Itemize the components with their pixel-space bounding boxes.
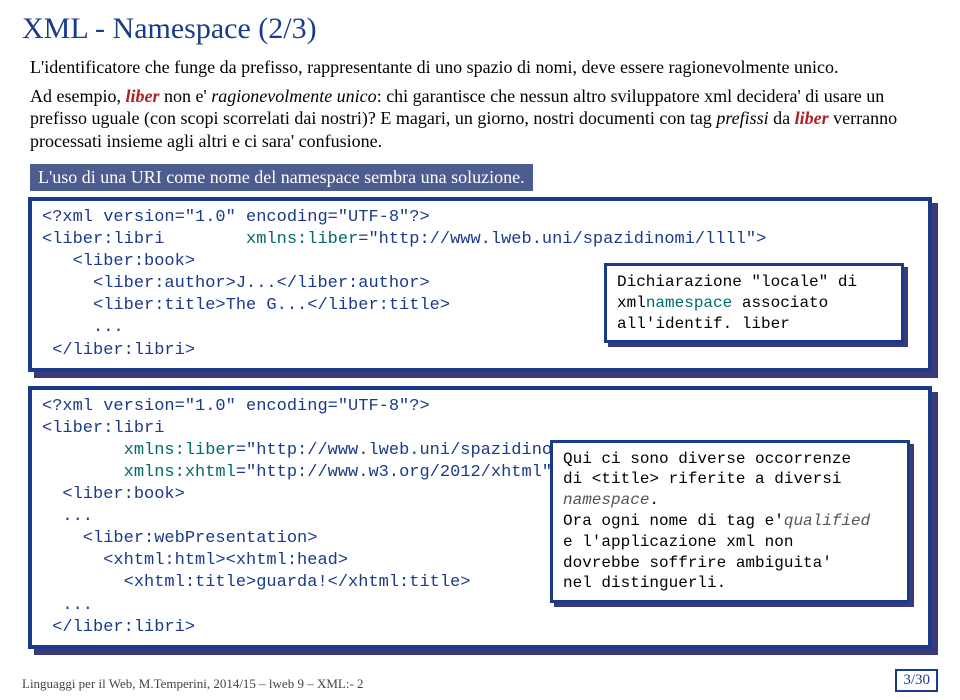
c2-l2: <liber:libri xyxy=(42,418,918,440)
p2-seg-g: da xyxy=(769,108,795,128)
co2-l7: nel distinguerli. xyxy=(563,573,897,594)
callout-2: Qui ci sono diverse occorrenze di <title… xyxy=(550,440,910,604)
paragraph-1: L'identificatore che funge da prefisso, … xyxy=(30,56,930,79)
c2-l4-url: ="http://www.w3.org/2012/xhtml"> xyxy=(236,463,562,482)
c2-l1: <?xml version="1.0" encoding="UTF-8"?> xyxy=(42,396,918,418)
co1-xml: xml xyxy=(617,294,646,312)
co2-l4: Ora ogni nome di tag e'qualified xyxy=(563,511,897,532)
co2-l3: namespace. xyxy=(563,490,897,511)
co2-l3c: . xyxy=(649,491,659,509)
code-block-1-wrap: <?xml version="1.0" encoding="UTF-8"?> <… xyxy=(28,197,932,372)
co1-ns: namespace xyxy=(646,294,732,312)
footer-text: Linguaggi per il Web, M.Temperini, 2014/… xyxy=(22,676,364,692)
p2-liber-1: liber xyxy=(125,86,159,106)
p2-seg-a: Ad esempio, xyxy=(30,86,125,106)
co1-l2: xmlnamespace associato xyxy=(617,293,891,314)
co1-l1: Dichiarazione "locale" di xyxy=(617,272,891,293)
code-block-2-wrap: <?xml version="1.0" encoding="UTF-8"?> <… xyxy=(28,386,932,649)
c2-l11: </liber:libri> xyxy=(42,617,918,639)
c1-l2-ns: xmlns:liber xyxy=(246,230,358,249)
paragraph-2: Ad esempio, liber non e' ragionevolmente… xyxy=(30,85,930,153)
co2-qualified: qualified xyxy=(784,512,870,530)
solution-highlight: L'uso di una URI come nome del namespace… xyxy=(30,164,533,191)
c2-l4-ns: xmlns:xhtml xyxy=(42,463,236,482)
co2-l4a: Ora ogni nome di tag e' xyxy=(563,512,784,530)
c1-l2-tag: <liber:libri xyxy=(42,230,164,249)
co2-l5: e l'applicazione xml non xyxy=(563,532,897,553)
p2-seg-c: non e' xyxy=(159,86,211,106)
c1-l2: <liber:libri xmlns:liber="http://www.lwe… xyxy=(42,229,918,251)
p2-prefissi: prefissi xyxy=(716,108,768,128)
slide-title: XML - Namespace (2/3) xyxy=(22,12,938,46)
co2-l2: di <title> riferite a diversi xyxy=(563,469,897,490)
c2-l3-ns: xmlns:liber xyxy=(42,441,236,460)
co1-l2c: associato xyxy=(732,294,828,312)
page-number: 3/30 xyxy=(895,669,938,692)
c1-l1: <?xml version="1.0" encoding="UTF-8"?> xyxy=(42,207,918,229)
c1-l2-url: ="http://www.lweb.uni/spazidinomi/llll"> xyxy=(358,230,766,249)
p2-liber-2: liber xyxy=(795,108,829,128)
callout-1: Dichiarazione "locale" di xmlnamespace a… xyxy=(604,263,904,343)
co2-l1: Qui ci sono diverse occorrenze xyxy=(563,449,897,470)
co1-l3: all'identif. liber xyxy=(617,314,891,335)
p2-emph-unico: ragionevolmente unico xyxy=(211,86,376,106)
co2-namespace: namespace xyxy=(563,491,649,509)
co2-l6: dovrebbe soffrire ambiguita' xyxy=(563,553,897,574)
